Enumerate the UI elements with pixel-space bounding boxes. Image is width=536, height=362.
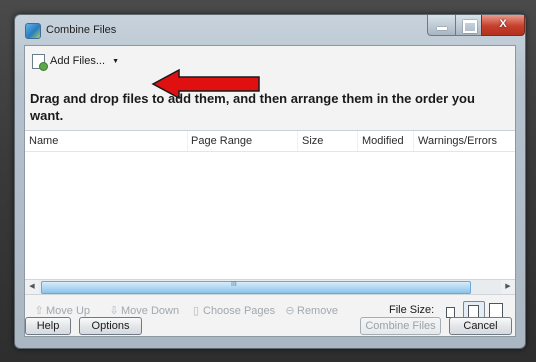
files-panel: Add Files... ▼ Drag and drop files to ad… <box>24 45 516 337</box>
title-bar[interactable]: Combine Files X <box>15 15 525 45</box>
dropdown-caret-icon[interactable]: ▼ <box>112 58 119 65</box>
help-button[interactable]: Help <box>25 317 71 335</box>
scroll-right-icon[interactable]: ▶ <box>501 280 515 294</box>
column-page-range[interactable]: Page Range <box>191 135 252 147</box>
red-arrow-shape <box>151 68 260 100</box>
maximize-button[interactable] <box>455 15 483 36</box>
dialog-footer: Help Options Combine Files Cancel <box>15 307 525 345</box>
close-button[interactable]: X <box>481 15 525 36</box>
scrollbar-thumb[interactable] <box>41 281 471 294</box>
column-divider[interactable] <box>187 131 188 151</box>
column-name[interactable]: Name <box>29 135 58 147</box>
column-modified[interactable]: Modified <box>362 135 404 147</box>
add-file-icon <box>32 54 48 71</box>
column-size[interactable]: Size <box>302 135 323 147</box>
options-button[interactable]: Options <box>79 317 142 335</box>
column-divider[interactable] <box>357 131 358 151</box>
horizontal-scrollbar[interactable]: ◀ III ▶ <box>25 279 515 295</box>
scrollbar-grip-icon: III <box>231 281 237 288</box>
app-icon <box>25 23 41 39</box>
minimize-icon <box>437 27 447 30</box>
maximize-icon <box>463 20 477 33</box>
add-files-label: Add Files... <box>50 55 106 67</box>
column-divider[interactable] <box>413 131 414 151</box>
add-files-button[interactable]: Add Files... ▼ <box>30 52 119 71</box>
scroll-left-icon[interactable]: ◀ <box>25 280 39 294</box>
instructions-text: Drag and drop files to add them, and the… <box>30 90 508 124</box>
window-title: Combine Files <box>46 24 117 36</box>
red-arrow-annotation <box>151 68 260 100</box>
combine-files-button[interactable]: Combine Files <box>360 317 441 335</box>
column-warnings-errors[interactable]: Warnings/Errors <box>418 135 497 147</box>
combine-files-dialog: Combine Files X Add Files... ▼ Drag and … <box>14 14 526 349</box>
minimize-button[interactable] <box>427 15 457 36</box>
column-divider[interactable] <box>297 131 298 151</box>
files-table[interactable]: Name Page Range Size Modified Warnings/E… <box>25 130 515 281</box>
table-header: Name Page Range Size Modified Warnings/E… <box>25 131 515 152</box>
cancel-button[interactable]: Cancel <box>449 317 512 335</box>
